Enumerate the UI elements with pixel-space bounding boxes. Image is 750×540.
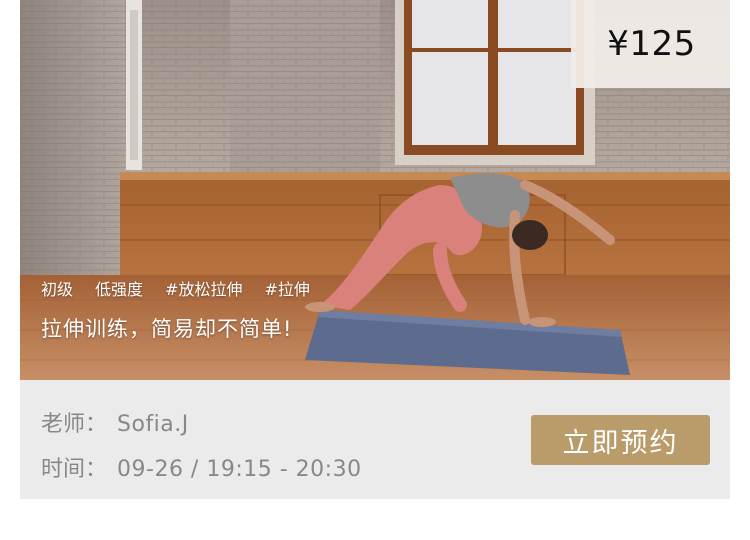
course-title: 拉伸训练，简易却不简单! — [41, 317, 293, 341]
time-row: 时间： 09-26 / 19:15 - 20:30 — [41, 451, 362, 483]
tag-stretch: #拉伸 — [264, 280, 310, 299]
teacher-row: 老师： Sofia.J — [41, 406, 189, 438]
book-now-button[interactable]: 立即预约 — [531, 415, 710, 465]
course-hero-image[interactable]: ¥125 初级 低强度 #放松拉伸 #拉伸 拉伸训练，简易却不简单! — [20, 0, 730, 380]
course-tags: 初级 低强度 #放松拉伸 #拉伸 — [41, 277, 332, 299]
tag-level: 初级 — [41, 280, 74, 299]
teacher-name: Sofia.J — [117, 412, 189, 437]
teacher-label: 老师： — [41, 412, 108, 437]
tag-intensity: 低强度 — [95, 280, 144, 299]
course-card[interactable]: ¥125 初级 低强度 #放松拉伸 #拉伸 拉伸训练，简易却不简单! 老师： So… — [20, 0, 730, 499]
price-badge: ¥125 — [571, 0, 730, 88]
time-label: 时间： — [41, 457, 108, 482]
time-value: 09-26 / 19:15 - 20:30 — [117, 457, 362, 482]
price-label: ¥125 — [607, 24, 696, 64]
tag-relax-stretch: #放松拉伸 — [165, 280, 243, 299]
